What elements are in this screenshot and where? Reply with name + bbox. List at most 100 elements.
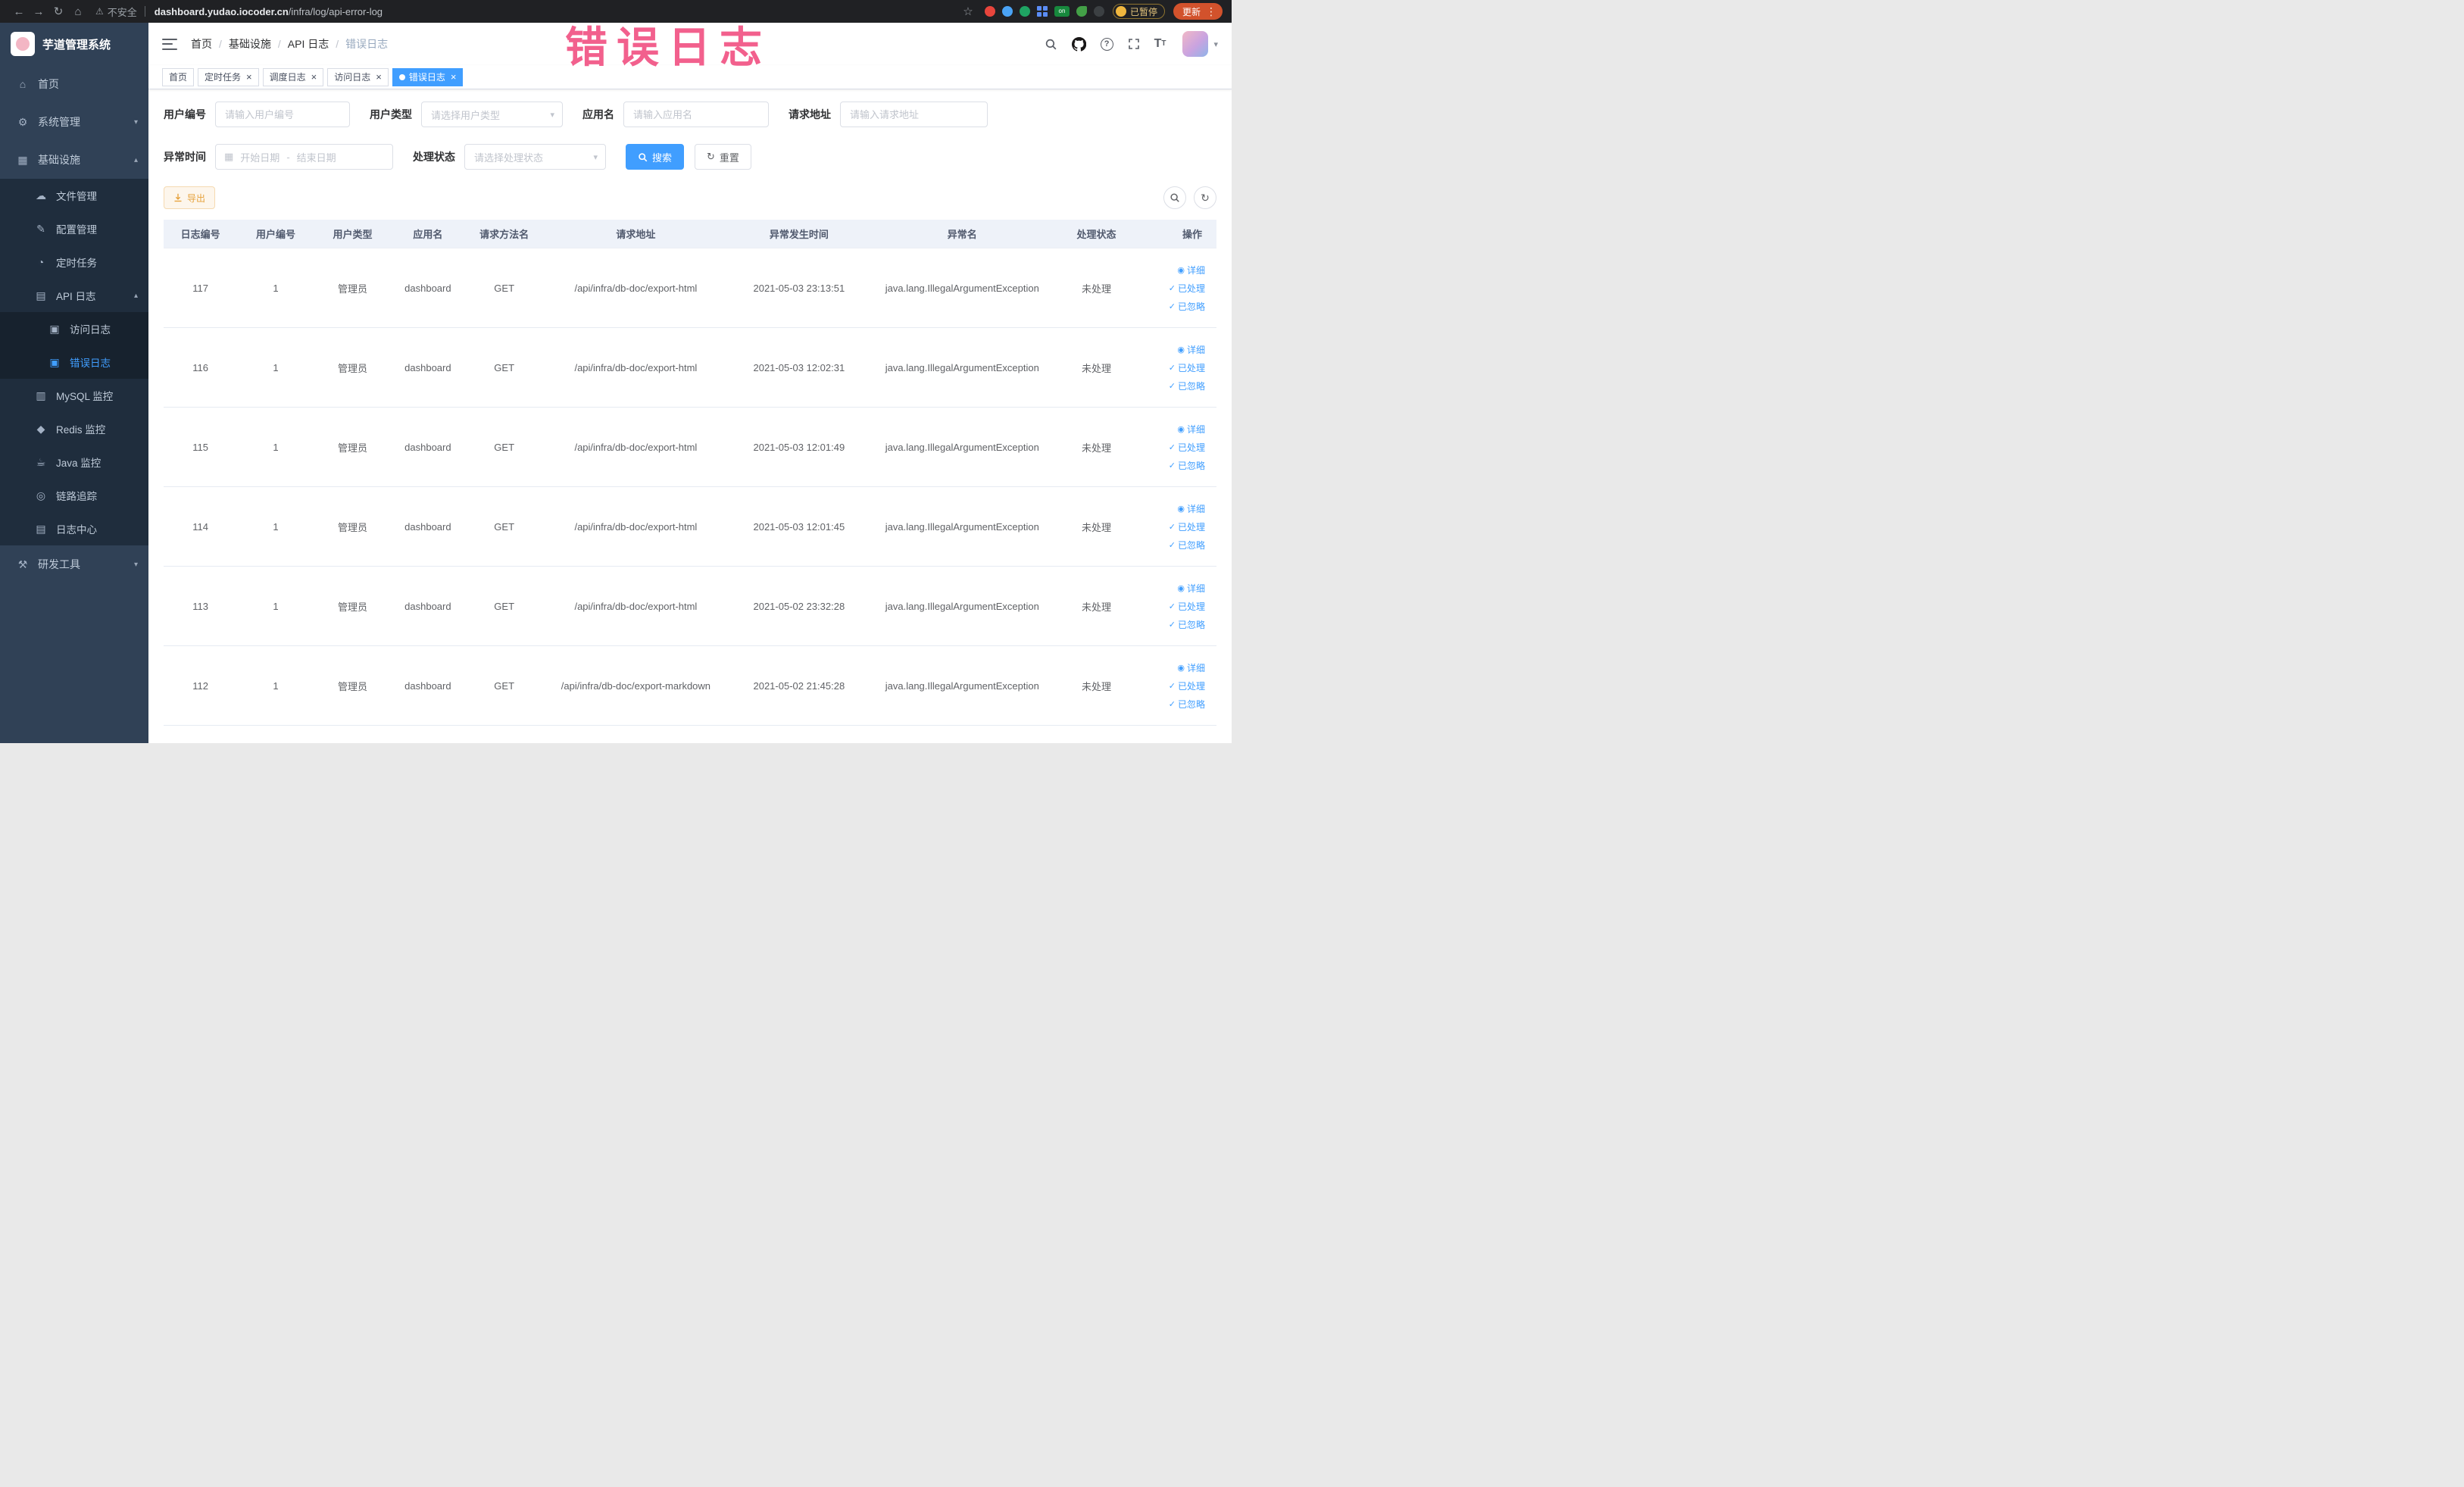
col-app-name: 应用名 bbox=[413, 229, 443, 240]
forward-icon[interactable]: → bbox=[29, 5, 48, 18]
sidebar-item-api-log[interactable]: ▤ API 日志 ▴ bbox=[0, 279, 148, 312]
sidebar-item-redis[interactable]: ◆ Redis 监控 bbox=[0, 412, 148, 445]
bookmark-star-icon[interactable]: ☆ bbox=[958, 5, 978, 18]
table-row: 115 1 管理员 dashboard GET/api/infra/db-doc/exp… bbox=[164, 408, 1216, 487]
help-icon[interactable]: ? bbox=[1100, 37, 1113, 51]
font-size-icon[interactable]: TT bbox=[1154, 38, 1166, 50]
request-url-input[interactable] bbox=[840, 102, 988, 127]
extension-green-icon[interactable] bbox=[1019, 6, 1030, 17]
sidebar-item-system[interactable]: ⚙ 系统管理 ▾ bbox=[0, 103, 148, 141]
ignored-link[interactable]: ✓ 已忽略 bbox=[1169, 459, 1205, 472]
extension-leaf-icon[interactable] bbox=[1076, 6, 1087, 17]
breadcrumb-item[interactable]: 基础设施 bbox=[229, 36, 271, 52]
sidebar-item-label: 访问日志 bbox=[70, 324, 111, 336]
hamburger-icon[interactable] bbox=[162, 38, 177, 50]
sidebar-item-config[interactable]: ✎ 配置管理 bbox=[0, 212, 148, 245]
cell-exception: java.lang.IllegalArgumentException bbox=[885, 679, 1039, 692]
sidebar-item-devtools[interactable]: ⚒ 研发工具 ▾ bbox=[0, 545, 148, 583]
user-id-input[interactable] bbox=[215, 102, 350, 127]
browser-home-icon[interactable]: ⌂ bbox=[68, 5, 88, 18]
close-icon[interactable]: × bbox=[376, 72, 382, 82]
back-icon[interactable]: ← bbox=[9, 5, 29, 18]
home-icon: ⌂ bbox=[19, 78, 27, 90]
extension-grid-icon[interactable] bbox=[1036, 6, 1048, 17]
tab-job-log[interactable]: 调度日志 × bbox=[262, 67, 324, 86]
filter-row-2: 异常时间 ▦ 开始日期 - 结束日期 处理状态 请选择处理状态 ▾ 搜索 ↻ 重… bbox=[164, 144, 1216, 170]
detail-link[interactable]: ◉ 详细 bbox=[1177, 582, 1205, 595]
close-icon[interactable]: × bbox=[311, 72, 317, 82]
detail-link[interactable]: ◉ 详细 bbox=[1177, 502, 1205, 515]
close-icon[interactable]: × bbox=[246, 72, 252, 82]
detail-link[interactable]: ◉ 详细 bbox=[1177, 423, 1205, 436]
cell-url: /api/infra/db-doc/export-html bbox=[574, 600, 698, 612]
tab-error-log[interactable]: 错误日志 × bbox=[392, 67, 464, 86]
paused-badge[interactable]: 已暂停 bbox=[1112, 4, 1165, 19]
app-name-input[interactable] bbox=[623, 102, 769, 127]
request-url-label: 请求地址 bbox=[789, 108, 831, 120]
search-button-icon bbox=[639, 152, 648, 161]
search-button[interactable]: 搜索 bbox=[626, 144, 685, 170]
ignored-link[interactable]: ✓ 已忽略 bbox=[1169, 300, 1205, 313]
sidebar-item-java[interactable]: ☕ Java 监控 bbox=[0, 445, 148, 479]
reset-button[interactable]: ↻ 重置 bbox=[695, 144, 751, 170]
sidebar-item-trace[interactable]: ◎ 链路追踪 bbox=[0, 479, 148, 512]
ignored-link[interactable]: ✓ 已忽略 bbox=[1169, 698, 1205, 711]
not-secure-label[interactable]: 不安全 bbox=[108, 5, 137, 19]
sidebar-item-access-log[interactable]: ▣ 访问日志 bbox=[0, 312, 148, 345]
processed-link[interactable]: ✓ 已处理 bbox=[1169, 361, 1205, 374]
fullscreen-icon[interactable] bbox=[1128, 38, 1140, 50]
extension-blue-icon[interactable] bbox=[1001, 6, 1013, 17]
processed-link[interactable]: ✓ 已处理 bbox=[1169, 600, 1205, 613]
sidebar-item-infra[interactable]: ▦ 基础设施 ▴ bbox=[0, 141, 148, 179]
processed-link[interactable]: ✓ 已处理 bbox=[1169, 520, 1205, 533]
tab-scheduled-job[interactable]: 定时任务 × bbox=[198, 67, 259, 86]
extension-on-badge-icon[interactable]: on bbox=[1054, 6, 1070, 17]
address-url[interactable]: dashboard.yudao.iocoder.cn/infra/log/api… bbox=[155, 6, 383, 17]
processed-label: 已处理 bbox=[1178, 442, 1206, 453]
logo[interactable]: 芋道管理系统 bbox=[0, 23, 148, 65]
cell-url: /api/infra/db-doc/export-markdown bbox=[561, 679, 711, 692]
github-icon[interactable] bbox=[1071, 36, 1086, 52]
sidebar-item-label: API 日志 bbox=[56, 291, 96, 302]
ignored-link[interactable]: ✓ 已忽略 bbox=[1169, 380, 1205, 392]
export-button[interactable]: 导出 bbox=[164, 186, 216, 209]
extensions-puzzle-icon[interactable] bbox=[1093, 6, 1104, 17]
processed-link[interactable]: ✓ 已处理 bbox=[1169, 282, 1205, 295]
toggle-search-button[interactable] bbox=[1163, 186, 1186, 209]
processed-link[interactable]: ✓ 已处理 bbox=[1169, 441, 1205, 454]
search-icon[interactable] bbox=[1045, 38, 1057, 51]
process-status-select[interactable]: 请选择处理状态 ▾ bbox=[464, 144, 606, 170]
exception-time-range[interactable]: ▦ 开始日期 - 结束日期 bbox=[215, 144, 393, 170]
cell-app-name: dashboard bbox=[404, 679, 451, 692]
update-button[interactable]: 更新 ⋮ bbox=[1173, 3, 1223, 20]
avatar-caret-down-icon[interactable]: ▾ bbox=[1213, 39, 1218, 49]
detail-label: 详细 bbox=[1187, 344, 1206, 355]
processed-label: 已处理 bbox=[1178, 521, 1206, 533]
sidebar-item-file[interactable]: ☁ 文件管理 bbox=[0, 179, 148, 212]
detail-link[interactable]: ◉ 详细 bbox=[1177, 264, 1205, 276]
check-icon: ✓ bbox=[1168, 522, 1176, 532]
detail-link[interactable]: ◉ 详细 bbox=[1177, 343, 1205, 356]
active-tab-dot bbox=[398, 73, 405, 80]
menu-kebab-icon[interactable]: ⋮ bbox=[1206, 5, 1216, 18]
breadcrumb-item[interactable]: 首页 bbox=[191, 36, 212, 52]
sidebar-item-mysql[interactable]: ▥ MySQL 监控 bbox=[0, 379, 148, 412]
processed-link[interactable]: ✓ 已处理 bbox=[1169, 679, 1205, 692]
ignored-link[interactable]: ✓ 已忽略 bbox=[1169, 618, 1205, 631]
ignored-link[interactable]: ✓ 已忽略 bbox=[1169, 539, 1205, 551]
reload-icon[interactable]: ↻ bbox=[48, 5, 68, 18]
breadcrumb-item[interactable]: API 日志 bbox=[288, 36, 329, 52]
user-type-select[interactable]: 请选择用户类型 ▾ bbox=[421, 102, 563, 127]
sidebar-item-home[interactable]: ⌂ 首页 bbox=[0, 65, 148, 103]
close-icon[interactable]: × bbox=[451, 72, 457, 82]
tab-access-log[interactable]: 访问日志 × bbox=[327, 67, 389, 86]
sidebar-item-error-log[interactable]: ▣ 错误日志 bbox=[0, 345, 148, 379]
cell-exception: java.lang.IllegalArgumentException bbox=[885, 282, 1039, 294]
extension-red-icon[interactable] bbox=[984, 6, 995, 17]
tab-home[interactable]: 首页 bbox=[162, 67, 195, 86]
detail-link[interactable]: ◉ 详细 bbox=[1177, 661, 1205, 674]
refresh-table-button[interactable]: ↻ bbox=[1194, 186, 1216, 209]
user-avatar[interactable] bbox=[1182, 31, 1209, 57]
sidebar-item-job[interactable]: ◔ 定时任务 bbox=[0, 245, 148, 279]
sidebar-item-log-center[interactable]: ▤ 日志中心 bbox=[0, 512, 148, 545]
